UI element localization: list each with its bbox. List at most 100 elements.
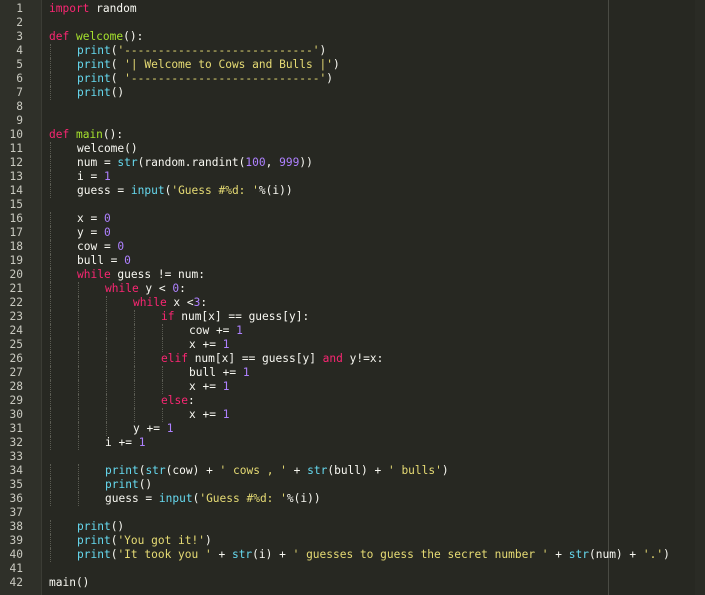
code-line[interactable]: 16 x = 0 [0, 212, 705, 226]
code-text[interactable]: bull = 0 [77, 254, 131, 268]
code-token: '----------------------------' [124, 72, 327, 85]
code-text[interactable]: print() [105, 478, 152, 492]
code-line[interactable]: 31 y += 1 [0, 422, 705, 436]
code-text[interactable]: print(str(cow) + ' cows , ' + str(bull) … [105, 464, 449, 478]
code-token: welcome() [77, 142, 138, 155]
indent-guide [50, 170, 52, 184]
code-text[interactable]: print('----------------------------') [77, 44, 326, 58]
code-text[interactable]: num = str(random.randint(100, 999)) [77, 156, 313, 170]
code-line[interactable]: 24 cow += 1 [0, 324, 705, 338]
code-line[interactable]: 25 x += 1 [0, 338, 705, 352]
code-line[interactable]: 26 elif num[x] == guess[y] and y!=x: [0, 352, 705, 366]
code-line[interactable]: 41 [0, 562, 705, 576]
code-line[interactable]: 23 if num[x] == guess[y]: [0, 310, 705, 324]
code-text[interactable]: welcome() [77, 142, 138, 156]
code-text[interactable]: cow += 1 [189, 324, 243, 338]
code-line[interactable]: 37 [0, 506, 705, 520]
code-text[interactable]: x += 1 [189, 408, 229, 422]
code-text[interactable]: def main(): [49, 128, 123, 142]
code-text[interactable]: else: [161, 394, 195, 408]
code-text[interactable]: while y < 0: [105, 282, 186, 296]
code-token: str [145, 464, 166, 477]
code-line[interactable]: 40 print('It took you ' + str(i) + ' gues… [0, 548, 705, 562]
code-text[interactable]: if num[x] == guess[y]: [161, 310, 309, 324]
code-text[interactable]: x += 1 [189, 338, 229, 352]
code-line[interactable]: 33 [0, 450, 705, 464]
code-line[interactable]: 19 bull = 0 [0, 254, 705, 268]
code-text[interactable]: bull += 1 [189, 366, 250, 380]
code-line[interactable]: 13 i = 1 [0, 170, 705, 184]
code-text[interactable]: guess = input('Guess #%d: '%(i)) [105, 492, 321, 506]
indent-guide [50, 534, 52, 548]
code-line[interactable]: 11 welcome() [0, 142, 705, 156]
code-line[interactable]: 6 print( '----------------------------') [0, 72, 705, 86]
code-text[interactable]: y += 1 [133, 422, 173, 436]
code-text[interactable]: while x <3: [133, 296, 207, 310]
code-editor[interactable]: 1 import random 2 3 def welcome(): 4 print('--… [0, 0, 705, 595]
code-line[interactable]: 20 while guess != num: [0, 268, 705, 282]
code-text[interactable]: def welcome(): [49, 30, 143, 44]
code-line[interactable]: 12 num = str(random.randint(100, 999)) [0, 156, 705, 170]
code-text[interactable]: i = 1 [77, 170, 111, 184]
code-token: ) [332, 58, 340, 71]
code-line[interactable]: 2 [0, 16, 705, 30]
code-lines[interactable]: 1 import random 2 3 def welcome(): 4 print('--… [0, 2, 705, 590]
code-text[interactable]: i += 1 [105, 436, 145, 450]
code-line[interactable]: 35 print() [0, 478, 705, 492]
code-token: print [77, 520, 111, 533]
code-token: () [138, 478, 153, 491]
code-line[interactable]: 34 print(str(cow) + ' cows , ' + str(bull… [0, 464, 705, 478]
code-line[interactable]: 1 import random [0, 2, 705, 16]
code-token: 0 [117, 240, 125, 253]
line-number: 25 [9, 338, 23, 351]
code-line[interactable]: 38 print() [0, 520, 705, 534]
code-line[interactable]: 27 bull += 1 [0, 366, 705, 380]
code-text[interactable]: print() [77, 520, 124, 534]
code-text[interactable]: cow = 0 [77, 240, 124, 254]
code-token: (): [102, 128, 124, 141]
indent-guide [50, 478, 52, 492]
code-line[interactable]: 10 def main(): [0, 128, 705, 142]
code-line[interactable]: 3 def welcome(): [0, 30, 705, 44]
code-line[interactable]: 22 while x <3: [0, 296, 705, 310]
code-line[interactable]: 8 [0, 100, 705, 114]
indent-guide [78, 338, 80, 352]
code-text[interactable]: x = 0 [77, 212, 111, 226]
code-text[interactable]: y = 0 [77, 226, 111, 240]
indent-guide [50, 380, 52, 394]
code-text[interactable]: print( '| Welcome to Cows and Bulls |') [77, 58, 340, 72]
code-token: print [105, 478, 139, 491]
code-line[interactable]: 42 main() [0, 576, 705, 590]
code-line[interactable]: 7 print() [0, 86, 705, 100]
code-text[interactable]: print('It took you ' + str(i) + ' guesse… [77, 548, 670, 562]
code-line[interactable]: 21 while y < 0: [0, 282, 705, 296]
code-line[interactable]: 14 guess = input('Guess #%d: '%(i)) [0, 184, 705, 198]
code-text[interactable]: elif num[x] == guess[y] and y!=x: [161, 352, 383, 366]
indent-guide [106, 422, 108, 436]
code-line[interactable]: 15 [0, 198, 705, 212]
code-text[interactable]: main() [49, 576, 89, 590]
code-text[interactable]: import random [49, 2, 137, 16]
code-text[interactable]: print('You got it!') [77, 534, 212, 548]
code-line[interactable]: 18 cow = 0 [0, 240, 705, 254]
code-line[interactable]: 32 i += 1 [0, 436, 705, 450]
code-text[interactable]: print( '----------------------------') [77, 72, 333, 86]
indent-guide [50, 226, 52, 240]
code-text[interactable]: while guess != num: [77, 268, 205, 282]
code-line[interactable]: 28 x += 1 [0, 380, 705, 394]
code-line[interactable]: 36 guess = input('Guess #%d: '%(i)) [0, 492, 705, 506]
code-line[interactable]: 5 print( '| Welcome to Cows and Bulls |') [0, 58, 705, 72]
indent-guide [50, 464, 52, 478]
code-line[interactable]: 30 x += 1 [0, 408, 705, 422]
code-token: ' bulls' [387, 464, 442, 477]
code-text[interactable]: guess = input('Guess #%d: '%(i)) [77, 184, 293, 198]
code-line[interactable]: 39 print('You got it!') [0, 534, 705, 548]
code-token: 'It took you ' [117, 548, 212, 561]
code-text[interactable]: print() [77, 86, 124, 100]
code-text[interactable]: x += 1 [189, 380, 229, 394]
code-line[interactable]: 4 print('----------------------------') [0, 44, 705, 58]
code-line[interactable]: 9 [0, 114, 705, 128]
code-line[interactable]: 17 y = 0 [0, 226, 705, 240]
code-line[interactable]: 29 else: [0, 394, 705, 408]
